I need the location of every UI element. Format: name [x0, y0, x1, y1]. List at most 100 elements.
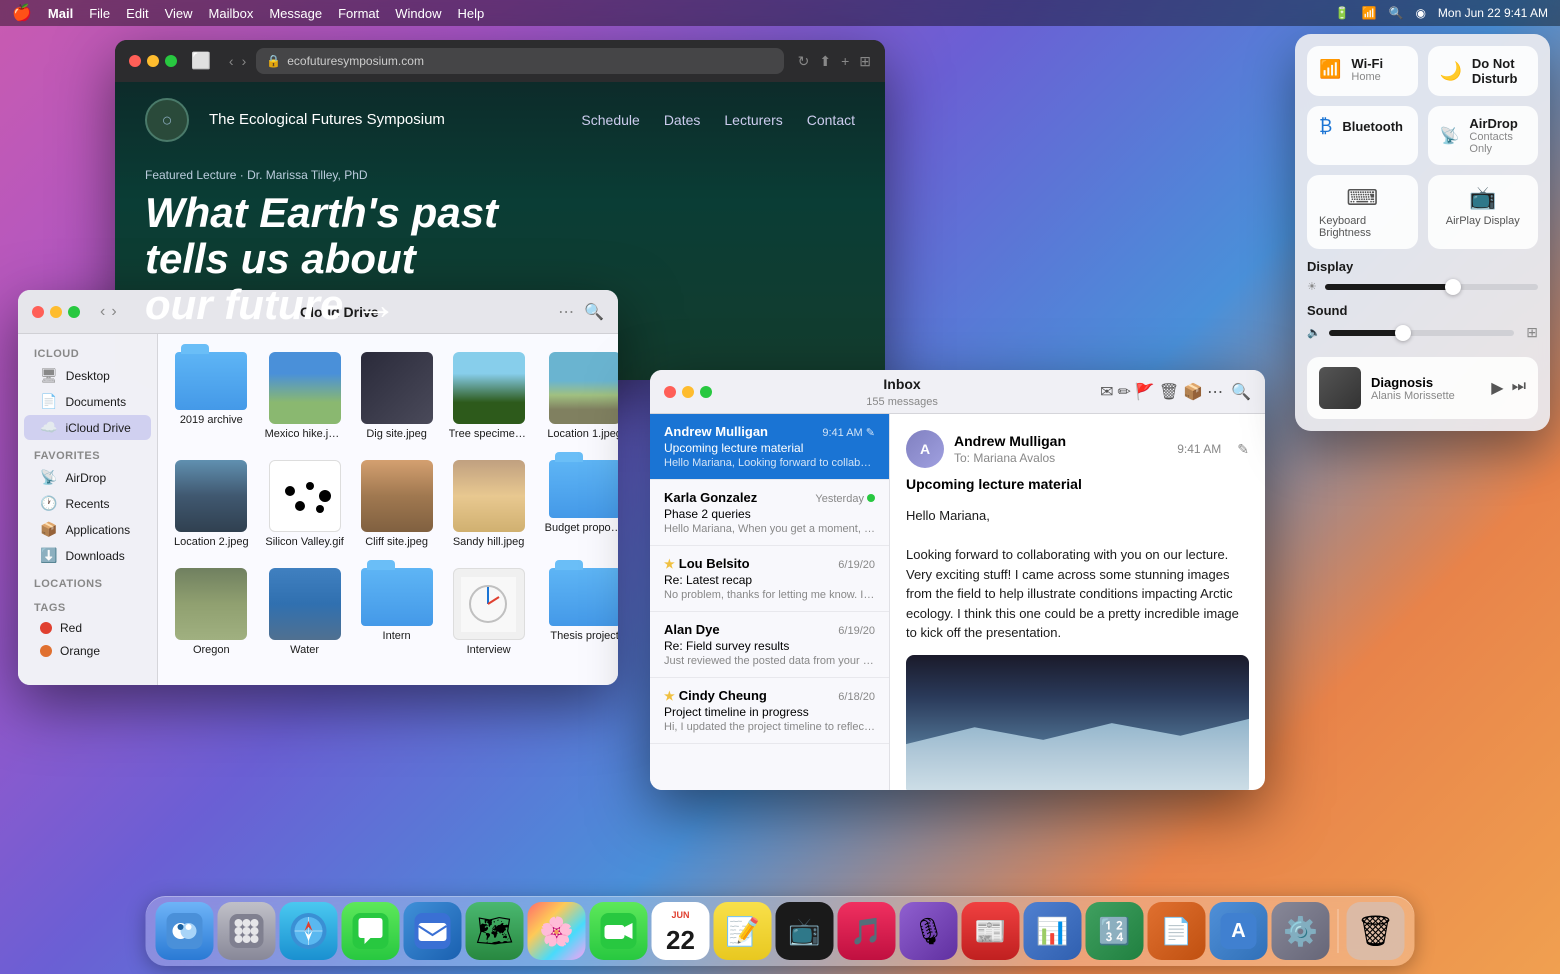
finder-item-intern[interactable]: Intern — [357, 562, 437, 662]
mail-item-karla[interactable]: Karla Gonzalez Yesterday Phase 2 queries… — [650, 480, 889, 546]
mail-compose-icon[interactable]: ✉ — [1100, 382, 1113, 402]
cc-airdrop-tile[interactable]: 📡 AirDrop Contacts Only — [1428, 106, 1539, 165]
finder-item-location1[interactable]: Location 1.jpeg — [541, 346, 618, 446]
cc-sound-slider[interactable] — [1329, 330, 1515, 336]
mail-minimize-button[interactable] — [682, 386, 694, 398]
dock-system-preferences[interactable]: ⚙️ — [1272, 902, 1330, 960]
dock-messages[interactable] — [342, 902, 400, 960]
mail-search-icon[interactable]: 🔍 — [1231, 382, 1251, 402]
finder-item-digsite[interactable]: Dig site.jpeg — [357, 346, 437, 446]
mail-zoom-button[interactable] — [700, 386, 712, 398]
forward-icon[interactable]: › — [242, 53, 247, 69]
cc-airplay-tile[interactable]: 📺 AirPlay Display — [1428, 175, 1539, 249]
eco-nav-dates[interactable]: Dates — [664, 112, 701, 128]
mail-item-lou[interactable]: ★Lou Belsito 6/19/20 Re: Latest recap No… — [650, 546, 889, 612]
mail-archive-icon[interactable]: 📦 — [1183, 382, 1203, 402]
menubar-mailbox[interactable]: Mailbox — [209, 6, 254, 21]
minimize-button[interactable] — [147, 55, 159, 67]
finder-item-interview[interactable]: Interview — [445, 562, 533, 662]
finder-item-treespecimen[interactable]: Tree specimen.jpeg — [445, 346, 533, 446]
dock-appletv[interactable]: 📺 — [776, 902, 834, 960]
eco-nav-schedule[interactable]: Schedule — [581, 112, 639, 128]
menubar-app-name[interactable]: Mail — [48, 6, 73, 21]
reload-icon[interactable]: ↻ — [798, 53, 810, 70]
finder-close-button[interactable] — [32, 306, 44, 318]
dock-pages[interactable]: 📄 — [1148, 902, 1206, 960]
dock-safari[interactable] — [280, 902, 338, 960]
skip-forward-button[interactable]: ⏭ — [1512, 378, 1526, 398]
sidebar-item-documents[interactable]: 📄 Documents — [24, 389, 151, 414]
mail-item-alan[interactable]: Alan Dye 6/19/20 Re: Field survey result… — [650, 612, 889, 678]
dock-trash[interactable]: 🗑 — [1347, 902, 1405, 960]
dock-notes[interactable]: 📝 — [714, 902, 772, 960]
eco-nav-contact[interactable]: Contact — [807, 112, 855, 128]
back-icon[interactable]: ‹ — [229, 53, 234, 69]
sidebar-item-applications[interactable]: 📦 Applications — [24, 517, 151, 542]
mail-close-button[interactable] — [664, 386, 676, 398]
cc-display-slider[interactable] — [1325, 284, 1538, 290]
mail-flag-icon[interactable]: 🚩 — [1135, 382, 1155, 402]
menubar-search-icon[interactable]: 🔍 — [1388, 6, 1403, 20]
finder-item-budget[interactable]: Budget proposals — [541, 454, 618, 554]
finder-item-2019archive[interactable]: 2019 archive — [170, 346, 253, 446]
menubar-view[interactable]: View — [165, 6, 193, 21]
finder-item-mexicohike[interactable]: Mexico hike.jpeg — [261, 346, 349, 446]
cc-dnd-tile[interactable]: 🌙 Do Not Disturb — [1428, 46, 1539, 96]
finder-item-location2[interactable]: Location 2.jpeg — [170, 454, 253, 554]
finder-item-oregon[interactable]: Oregon — [170, 562, 253, 662]
grid-icon[interactable]: ⊞ — [859, 53, 871, 70]
sidebar-toggle-icon[interactable]: ⬜ — [191, 51, 211, 71]
dock-photos[interactable]: 🌸 — [528, 902, 586, 960]
mail-item-andrew[interactable]: Andrew Mulligan 9:41 AM ✎ Upcoming lectu… — [650, 414, 889, 480]
dock-finder[interactable] — [156, 902, 214, 960]
eco-nav-lecturers[interactable]: Lecturers — [724, 112, 782, 128]
volume-button[interactable]: ⊞ — [1526, 324, 1538, 341]
close-button[interactable] — [129, 55, 141, 67]
cc-wifi-tile[interactable]: 📶 Wi-Fi Home — [1307, 46, 1418, 96]
finder-item-thesisproject[interactable]: Thesis project — [541, 562, 618, 662]
dock-news[interactable]: 📰 — [962, 902, 1020, 960]
share-icon[interactable]: ⬆ — [819, 53, 831, 70]
add-tab-icon[interactable]: + — [841, 53, 849, 70]
sidebar-item-desktop[interactable]: 🖥 Desktop — [24, 363, 151, 388]
finder-back-icon[interactable]: ‹ — [100, 303, 105, 321]
sidebar-item-downloads[interactable]: ⬇️ Downloads — [24, 543, 151, 568]
dock-keynote[interactable]: 📊 — [1024, 902, 1082, 960]
apple-menu[interactable]: 🍎 — [12, 3, 32, 23]
cc-sound-knob[interactable] — [1395, 325, 1411, 341]
dock-launchpad[interactable] — [218, 902, 276, 960]
dock-numbers[interactable]: 🔢 — [1086, 902, 1144, 960]
menubar-window[interactable]: Window — [395, 6, 441, 21]
menubar-format[interactable]: Format — [338, 6, 379, 21]
finder-item-cliffsite[interactable]: Cliff site.jpeg — [357, 454, 437, 554]
menubar-help[interactable]: Help — [458, 6, 485, 21]
browser-url-bar[interactable]: 🔒 ecofuturesymposium.com — [256, 48, 783, 74]
dock-calendar[interactable]: JUN 22 — [652, 902, 710, 960]
finder-minimize-button[interactable] — [50, 306, 62, 318]
menubar-file[interactable]: File — [89, 6, 110, 21]
dock-mail[interactable] — [404, 902, 462, 960]
mail-compose2-icon[interactable]: ✏ — [1118, 382, 1131, 402]
mail-delete-icon[interactable]: 🗑 — [1159, 382, 1179, 402]
dock-facetime[interactable] — [590, 902, 648, 960]
cc-bt-tile[interactable]: ₿ Bluetooth — [1307, 106, 1418, 165]
cc-keyboard-tile[interactable]: ⌨ Keyboard Brightness — [1307, 175, 1418, 249]
dock-appstore[interactable]: A — [1210, 902, 1268, 960]
finder-item-water[interactable]: Water — [261, 562, 349, 662]
mail-item-cindy[interactable]: ★Cindy Cheung 6/18/20 Project timeline i… — [650, 678, 889, 744]
zoom-button[interactable] — [165, 55, 177, 67]
finder-item-siliconvalley[interactable]: Silicon Valley.gif — [261, 454, 349, 554]
dock-maps[interactable]: 🗺 — [466, 902, 524, 960]
sidebar-item-icloud-drive[interactable]: ☁️ iCloud Drive — [24, 415, 151, 440]
cc-display-knob[interactable] — [1445, 279, 1461, 295]
finder-item-sandyhill[interactable]: Sandy hill.jpeg — [445, 454, 533, 554]
mail-more-icon[interactable]: ⋯ — [1207, 382, 1223, 402]
dock-music[interactable]: 🎵 — [838, 902, 896, 960]
menubar-siri-icon[interactable]: ◉ — [1415, 6, 1425, 20]
play-button[interactable]: ▶ — [1491, 378, 1503, 398]
sidebar-item-tag-red[interactable]: Red — [24, 617, 151, 639]
sidebar-item-recents[interactable]: 🕐 Recents — [24, 491, 151, 516]
menubar-edit[interactable]: Edit — [126, 6, 148, 21]
menubar-message[interactable]: Message — [269, 6, 322, 21]
sidebar-item-airdrop[interactable]: 📡 AirDrop — [24, 465, 151, 490]
